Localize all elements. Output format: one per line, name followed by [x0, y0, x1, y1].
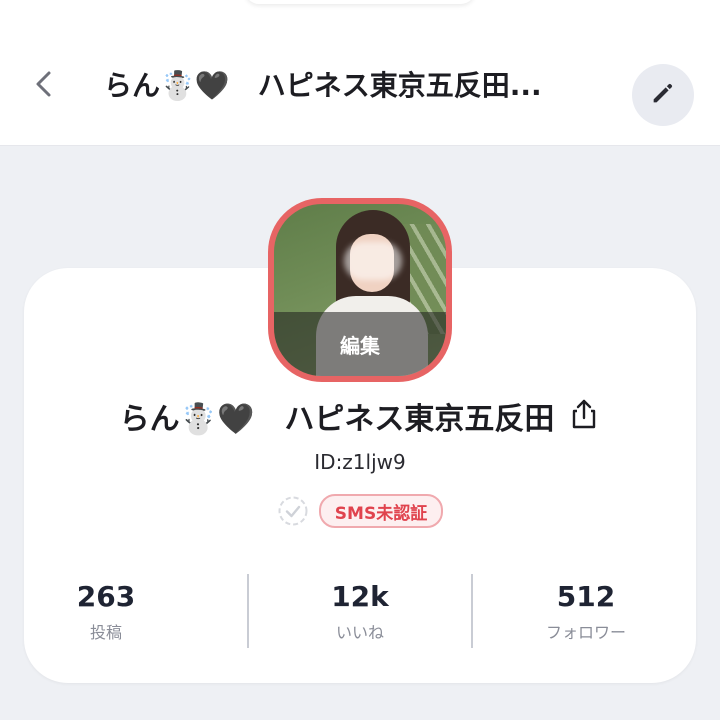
stat-posts[interactable]: 263 投稿 — [24, 570, 248, 650]
stat-value: 263 — [76, 580, 136, 613]
stat-value: 12k — [331, 580, 389, 613]
stat-label: 投稿 — [89, 623, 122, 642]
avatar-image: 編集 — [274, 204, 446, 376]
edit-button[interactable] — [632, 64, 694, 126]
stat-divider — [471, 574, 473, 648]
check-circle-icon — [277, 495, 309, 527]
avatar-edit-button[interactable]: 編集 — [274, 312, 446, 376]
avatar[interactable]: 編集 — [268, 198, 452, 382]
sheet-handle — [245, 0, 475, 4]
stats-row: 263 投稿 12k いいね 512 フォロワー — [24, 570, 696, 650]
pencil-icon — [649, 79, 677, 111]
stat-likes[interactable]: 12k いいね — [248, 570, 472, 650]
chevron-left-icon — [32, 69, 56, 103]
stat-label: いいね — [335, 623, 384, 642]
top-bar: らん☃️🖤 ハピネス東京五反田... — [0, 0, 720, 146]
stat-label: フォロワー — [545, 623, 626, 642]
stat-followers[interactable]: 512 フォロワー — [474, 570, 698, 650]
stat-value: 512 — [556, 580, 616, 613]
badge-row: SMS未認証 — [0, 493, 720, 529]
share-button[interactable] — [568, 398, 600, 434]
profile-id: ID:z1ljw9 — [314, 450, 406, 474]
back-button[interactable] — [22, 64, 66, 108]
share-icon — [571, 398, 597, 434]
sms-status-badge[interactable]: SMS未認証 — [318, 494, 444, 528]
page-title: らん☃️🖤 ハピネス東京五反田... — [104, 69, 542, 102]
profile-name: らん☃️🖤 ハピネス東京五反田 — [119, 402, 555, 437]
profile-page: らん☃️🖤 ハピネス東京五反田... 編集 らん☃️🖤 ハピネス東京五反田 ID… — [0, 0, 720, 720]
profile-name-row: らん☃️🖤 ハピネス東京五反田 — [0, 392, 720, 440]
